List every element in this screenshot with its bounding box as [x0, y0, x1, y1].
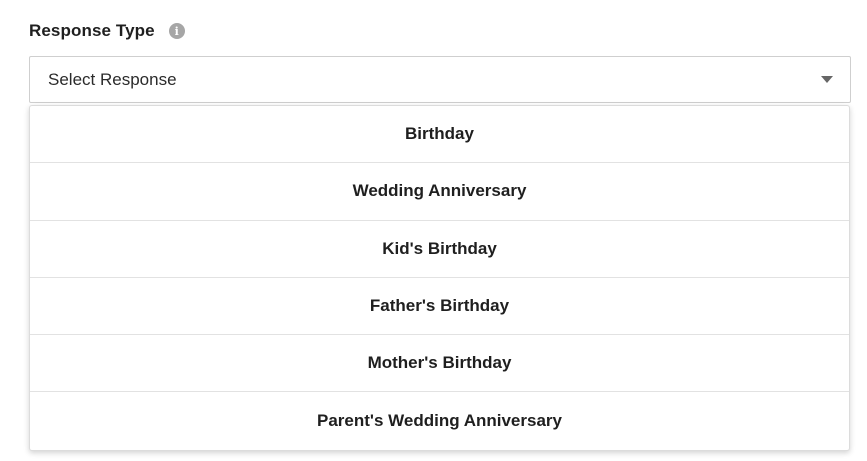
- dropdown-option-wedding-anniversary[interactable]: Wedding Anniversary: [30, 163, 849, 221]
- dropdown-option-kids-birthday[interactable]: Kid's Birthday: [30, 221, 849, 278]
- dropdown-option-fathers-birthday[interactable]: Father's Birthday: [30, 278, 849, 336]
- select-value: Select Response: [48, 70, 177, 89]
- dropdown-option-birthday[interactable]: Birthday: [30, 106, 849, 164]
- response-type-select[interactable]: Select Response: [29, 56, 851, 103]
- info-icon[interactable]: i: [168, 23, 185, 39]
- dropdown-option-parents-wedding-anniversary[interactable]: Parent's Wedding Anniversary: [30, 392, 849, 449]
- dropdown-option-mothers-birthday[interactable]: Mother's Birthday: [30, 335, 849, 393]
- caret-down-icon: [821, 76, 833, 83]
- response-type-label: Response Type: [29, 21, 155, 40]
- response-type-dropdown: Birthday Wedding Anniversary Kid's Birth…: [29, 105, 850, 451]
- field-label-row: Response Type i: [29, 19, 185, 43]
